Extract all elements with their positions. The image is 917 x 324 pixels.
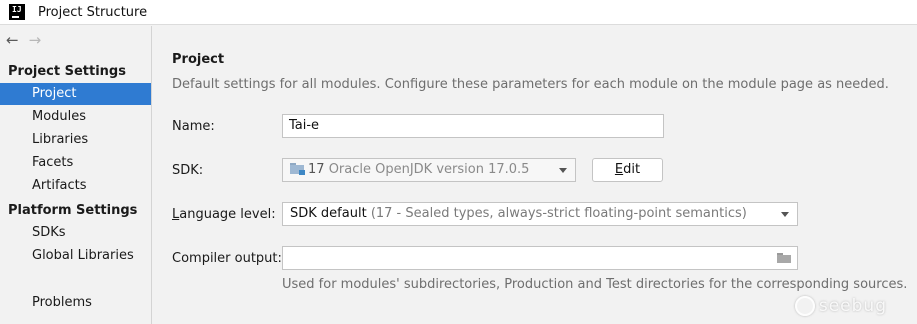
sdk-version: 17 — [308, 162, 325, 177]
chevron-down-icon — [559, 168, 567, 173]
sidebar-item-project[interactable]: Project — [0, 83, 151, 105]
language-level-detail: (17 - Sealed types, always-strict floati… — [370, 206, 747, 221]
chevron-down-icon — [781, 212, 789, 217]
name-label: Name: — [172, 119, 215, 134]
seebug-logo-icon — [794, 296, 815, 316]
title-bar: IJ Project Structure — [0, 0, 917, 25]
sidebar-item-global-libraries[interactable]: Global Libraries — [0, 245, 151, 267]
sidebar-item-libraries[interactable]: Libraries — [0, 129, 151, 151]
sdk-name: Oracle OpenJDK version 17.0.5 — [328, 162, 530, 177]
page-description: Default settings for all modules. Config… — [172, 77, 889, 92]
sidebar-item-facets[interactable]: Facets — [0, 152, 151, 174]
edit-sdk-button[interactable]: Edit — [592, 158, 663, 182]
sidebar-item-sdks[interactable]: SDKs — [0, 222, 151, 244]
watermark-text: seebug — [818, 296, 887, 316]
project-settings-header: Project Settings — [8, 64, 126, 79]
back-arrow-icon[interactable]: ← — [6, 31, 19, 49]
sdk-folder-icon — [290, 163, 305, 175]
watermark: seebug — [794, 296, 887, 316]
language-level-value: SDK default — [290, 206, 367, 221]
browse-folder-icon[interactable] — [777, 253, 791, 263]
project-settings-panel: Project Default settings for all modules… — [153, 26, 917, 324]
page-title: Project — [172, 52, 225, 67]
intellij-logo-icon: IJ — [9, 4, 25, 20]
language-level-label-text: anguage level: — [179, 207, 276, 222]
sdk-select[interactable]: 17 Oracle OpenJDK version 17.0.5 — [282, 158, 576, 182]
edit-button-label: Edit — [614, 162, 641, 177]
compiler-output-field[interactable] — [282, 246, 798, 270]
sidebar: ← → Project Settings Project Modules Lib… — [0, 26, 152, 324]
sidebar-item-modules[interactable]: Modules — [0, 106, 151, 128]
language-level-select[interactable]: SDK default (17 - Sealed types, always-s… — [282, 202, 798, 226]
forward-arrow-icon[interactable]: → — [29, 31, 42, 49]
language-level-label: Language level: — [172, 207, 276, 222]
platform-settings-header: Platform Settings — [8, 203, 138, 218]
history-nav: ← → — [6, 31, 41, 49]
window-title: Project Structure — [38, 4, 148, 20]
compiler-output-hint: Used for modules' subdirectories, Produc… — [282, 277, 908, 292]
sidebar-item-artifacts[interactable]: Artifacts — [0, 175, 151, 197]
name-field[interactable]: Tai-e — [282, 114, 664, 138]
sdk-label: SDK: — [172, 163, 204, 178]
compiler-output-label: Compiler output: — [172, 251, 282, 266]
sidebar-item-problems[interactable]: Problems — [0, 292, 151, 314]
